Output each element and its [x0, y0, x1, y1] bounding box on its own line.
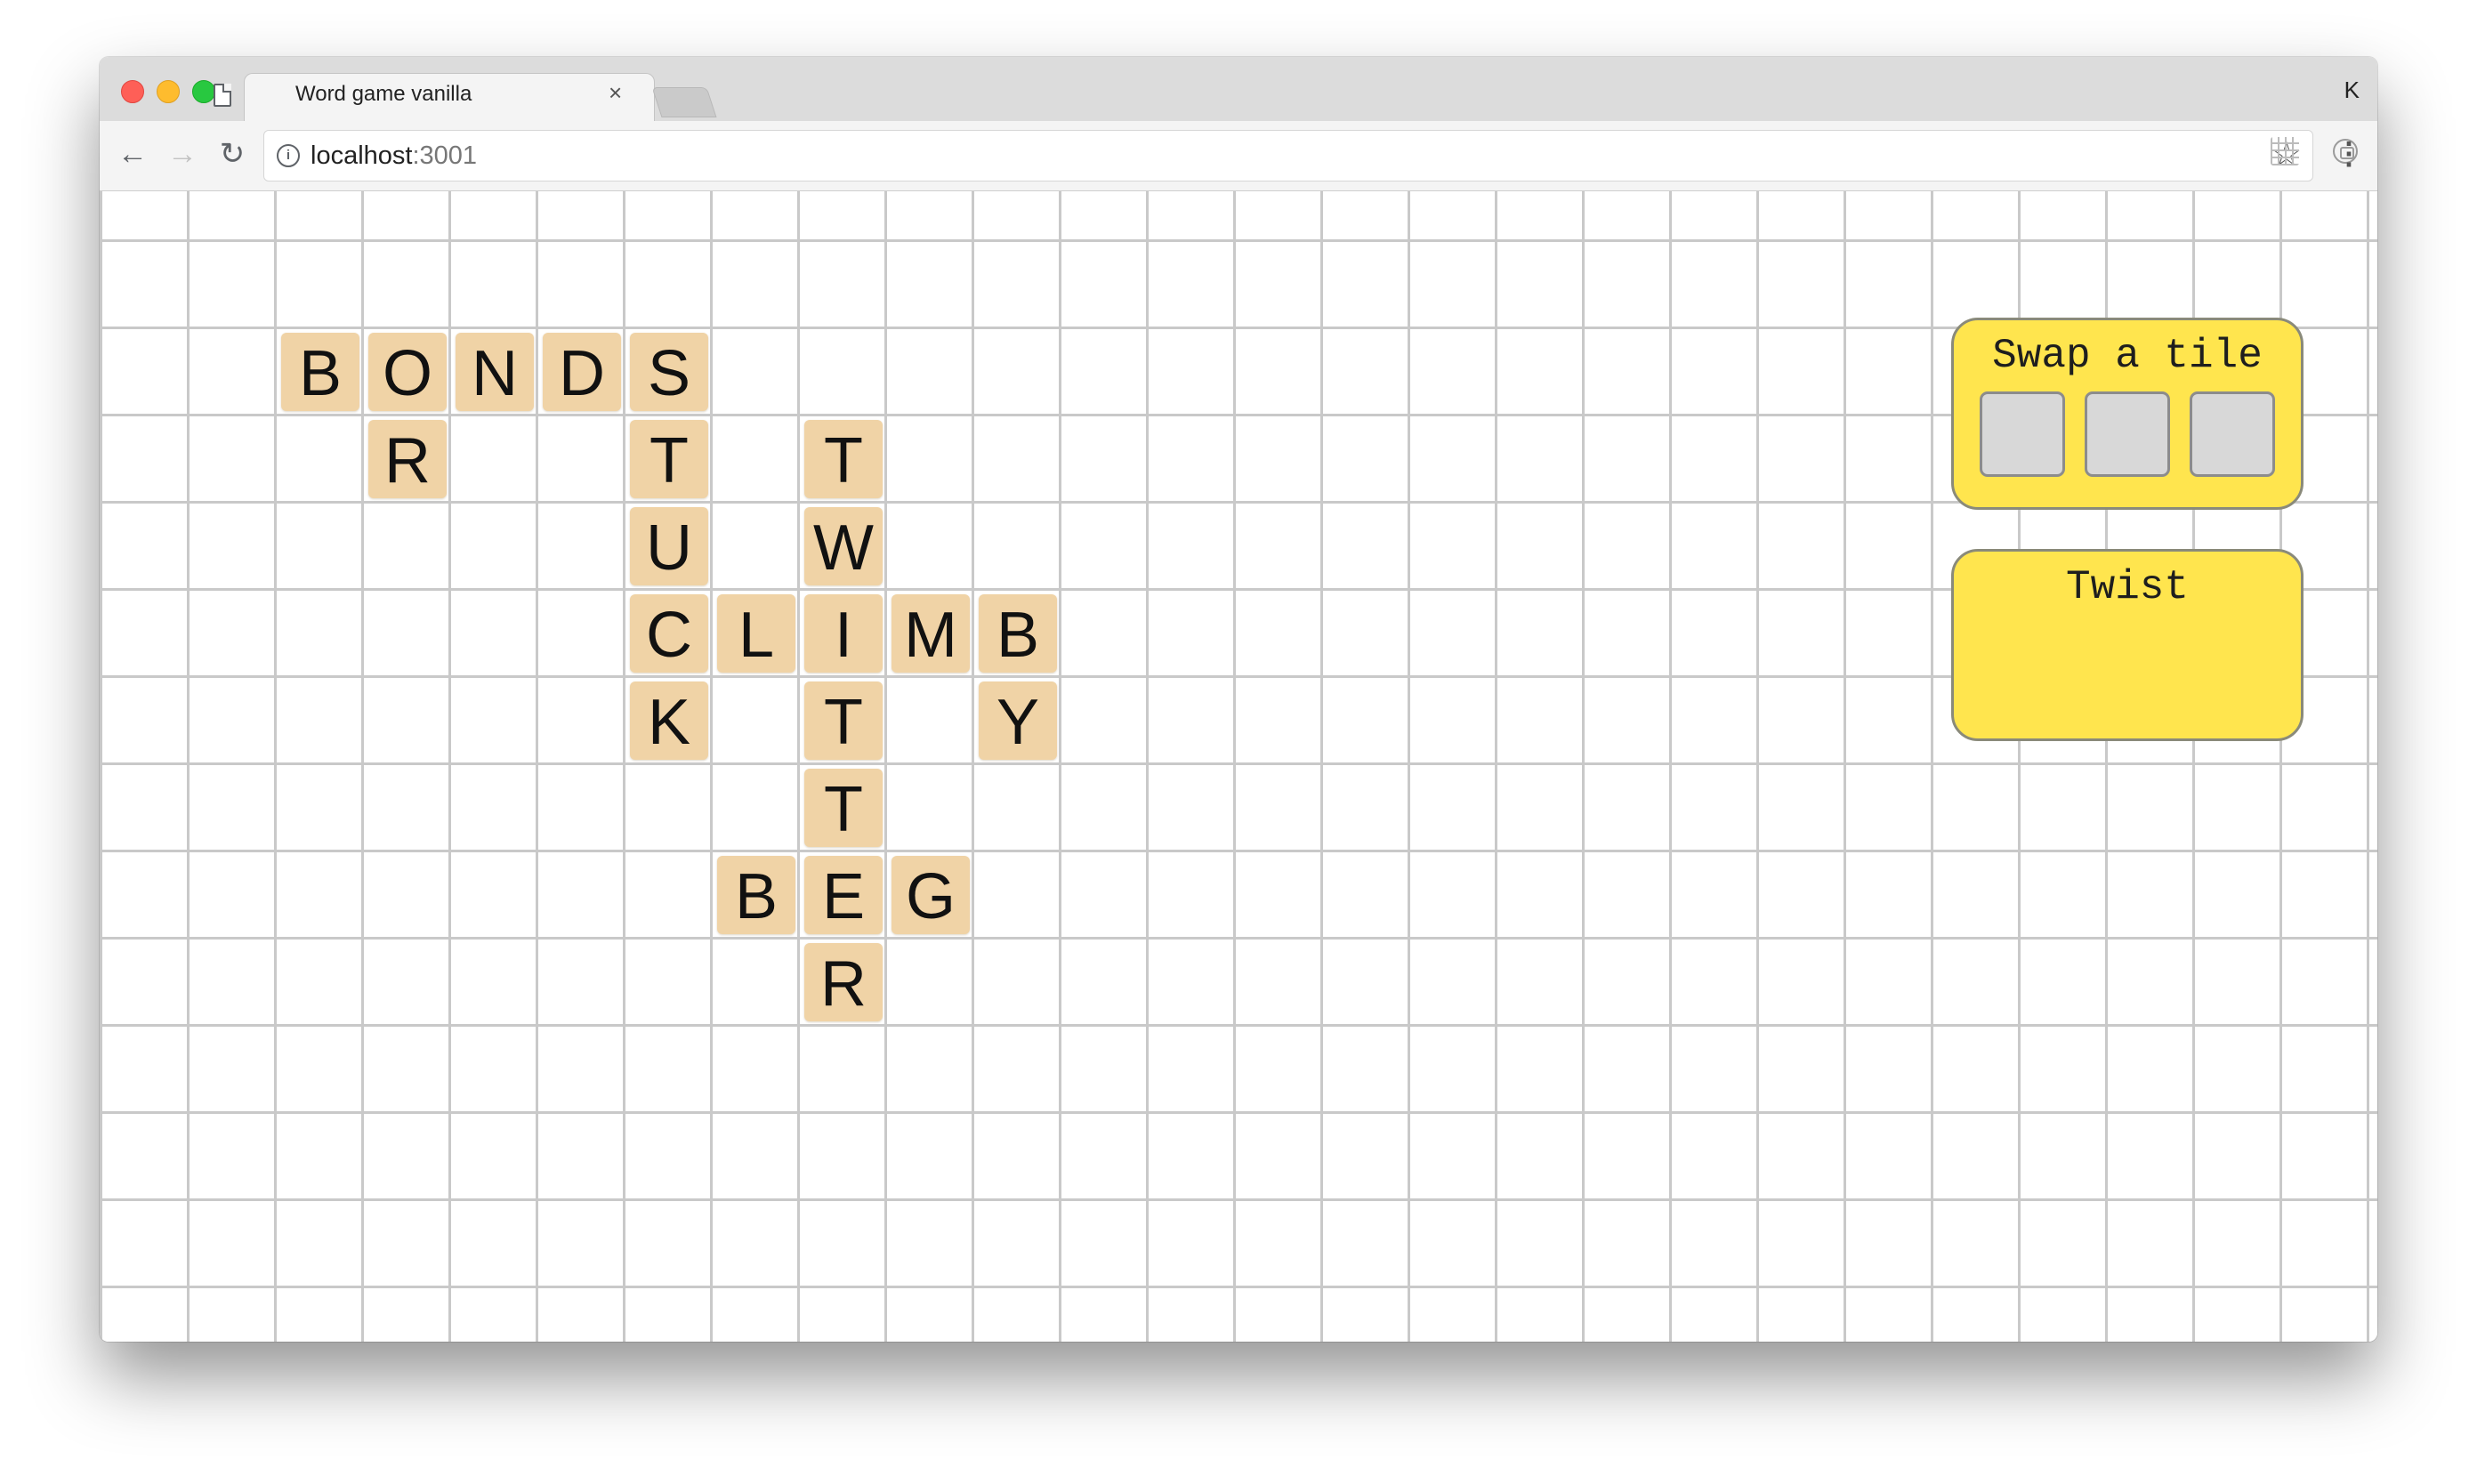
letter-tile[interactable]: I [804, 594, 883, 673]
address-bar[interactable]: i localhost:3001 ☆ [263, 130, 2313, 181]
menu-dots-icon[interactable]: ⋮ [2331, 132, 2367, 176]
letter-tile[interactable]: D [543, 333, 621, 411]
reload-icon[interactable]: ↻ [212, 133, 253, 174]
tab-strip: Word game vanilla × K [100, 57, 2377, 124]
url-port: :3001 [412, 141, 478, 170]
back-arrow-icon[interactable]: ← [112, 133, 153, 174]
letter-tile[interactable]: L [717, 594, 795, 673]
letter-tile[interactable]: T [804, 769, 883, 847]
game-page: BONDSRTTUWCLIMBKTYTBEGR Swap a tile Twis… [100, 191, 2377, 1342]
profile-button[interactable]: K [2344, 77, 2360, 104]
letter-tile[interactable]: C [630, 594, 708, 673]
twist-panel[interactable]: Twist [1951, 549, 2304, 741]
letter-tile[interactable]: S [630, 333, 708, 411]
swap-slot[interactable] [2085, 391, 2170, 477]
tab-close-icon[interactable]: × [609, 80, 622, 105]
new-tab-button[interactable] [651, 87, 717, 117]
letter-tile[interactable]: T [804, 682, 883, 760]
letter-tile[interactable]: T [630, 420, 708, 498]
extension-grid-icon[interactable] [2271, 137, 2299, 165]
url-text[interactable]: localhost:3001 [311, 141, 477, 171]
swap-slot[interactable] [2190, 391, 2275, 477]
letter-tile[interactable]: K [630, 682, 708, 760]
letter-tile[interactable]: B [717, 856, 795, 934]
letter-tile[interactable]: M [892, 594, 970, 673]
minimize-window-button[interactable] [157, 80, 180, 103]
letter-tile[interactable]: B [281, 333, 359, 411]
page-icon [214, 84, 231, 107]
forward-arrow-icon[interactable]: → [162, 133, 203, 174]
browser-window: Word game vanilla × K ← → ↻ i localhost:… [100, 57, 2377, 1342]
letter-tile[interactable]: B [979, 594, 1057, 673]
url-host: localhost [311, 141, 413, 170]
letter-tile[interactable]: R [804, 943, 883, 1021]
letter-tile[interactable]: T [804, 420, 883, 498]
letter-tile[interactable]: N [456, 333, 534, 411]
info-icon[interactable]: i [277, 144, 300, 167]
letter-tile[interactable]: R [368, 420, 447, 498]
swap-panel[interactable]: Swap a tile [1951, 318, 2304, 510]
letter-tile[interactable]: U [630, 507, 708, 585]
letter-tile[interactable]: O [368, 333, 447, 411]
letter-tile[interactable]: Y [979, 682, 1057, 760]
twist-panel-title: Twist [2065, 564, 2190, 610]
swap-slot[interactable] [1980, 391, 2065, 477]
close-window-button[interactable] [121, 80, 144, 103]
swap-panel-title: Swap a tile [1992, 333, 2263, 379]
maximize-window-button[interactable] [192, 80, 215, 103]
letter-tile[interactable]: E [804, 856, 883, 934]
browser-toolbar: ← → ↻ i localhost:3001 ☆ ⋮ [100, 121, 2377, 191]
tab-title: Word game vanilla [295, 82, 472, 106]
letter-tile[interactable]: W [804, 507, 883, 585]
letter-tile[interactable]: G [892, 856, 970, 934]
